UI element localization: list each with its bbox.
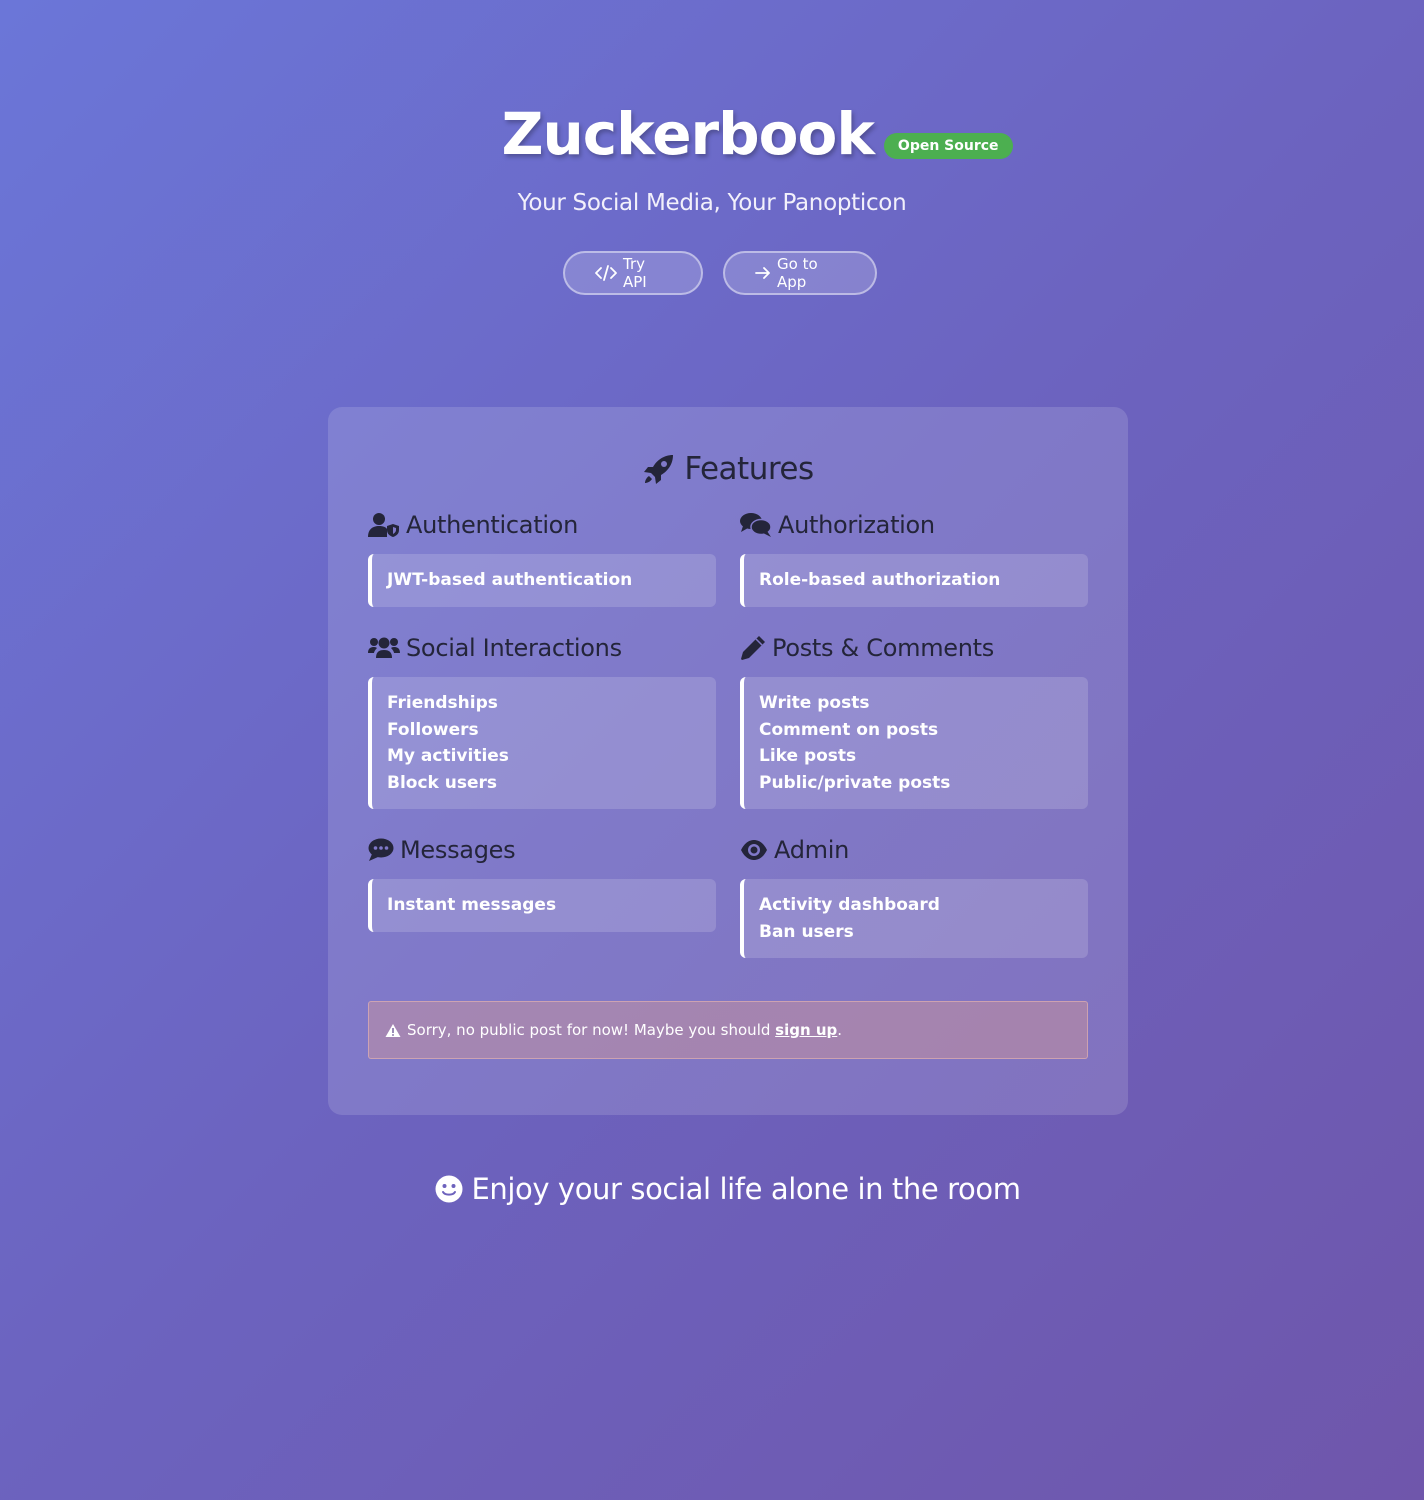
try-api-button[interactable]: Try API: [563, 251, 703, 295]
warning-icon: [385, 1023, 401, 1038]
section-title: Messages: [400, 836, 516, 864]
section-title: Admin: [774, 836, 849, 864]
section-heading: Admin: [740, 835, 1088, 865]
feature-item: My activities: [387, 746, 509, 766]
feature-item: Block users: [387, 772, 498, 793]
arrow-right-icon: [755, 266, 771, 280]
feature-item: Friendships: [387, 693, 498, 713]
code-icon: [595, 265, 617, 281]
open-source-badge: Open Source: [883, 133, 1013, 159]
feature-item: Public/private posts: [759, 772, 951, 793]
feature-item: Role-based authorization: [759, 570, 1001, 590]
features-title: Features: [684, 451, 814, 487]
tagline: Your Social Media, Your Panopticon: [517, 190, 907, 216]
feature-item: Ban users: [759, 921, 854, 942]
section-heading: Authorization: [740, 510, 1088, 540]
footer-text: Enjoy your social life alone in the room: [471, 1172, 1021, 1206]
feature-item: Followers: [387, 719, 479, 740]
hero-actions: Try API Go to App: [0, 251, 1424, 295]
section-posts-comments: Posts & Comments Write posts Comment on …: [740, 633, 1088, 809]
section-title: Posts & Comments: [772, 634, 994, 662]
alert-text: Sorry, no public post for now! Maybe you…: [407, 1021, 771, 1039]
feature-list: Instant messages: [368, 879, 716, 932]
section-heading: Messages: [368, 835, 716, 865]
section-authorization: Authorization Role-based authorization: [740, 510, 1088, 607]
section-authentication: Authentication JWT-based authentication: [368, 510, 716, 607]
feature-list: Write posts Comment on posts Like posts …: [740, 677, 1088, 809]
feature-list: Role-based authorization: [740, 554, 1088, 607]
users-icon: [368, 636, 400, 660]
sign-up-link[interactable]: sign up: [775, 1021, 837, 1039]
site-title: Zuckerbook: [501, 100, 874, 168]
section-heading: Social Interactions: [368, 633, 716, 663]
feature-item: Write posts: [759, 693, 870, 713]
feature-item: Instant messages: [387, 895, 557, 915]
section-title: Authorization: [778, 511, 935, 539]
features-heading: Features: [328, 451, 1128, 487]
try-api-label: Try API: [623, 255, 647, 291]
feature-item: Activity dashboard: [759, 895, 940, 915]
feature-list: Friendships Followers My activities Bloc…: [368, 677, 716, 809]
feature-item: Like posts: [759, 746, 857, 766]
alert-suffix: .: [837, 1021, 843, 1039]
eye-icon: [740, 839, 768, 861]
title-row: Zuckerbook Open Source: [0, 100, 1424, 168]
pencil-icon: [740, 635, 766, 661]
go-to-app-label: Go to App: [777, 255, 818, 291]
footer: Enjoy your social life alone in the room: [0, 1172, 1424, 1206]
section-social-interactions: Social Interactions Friendships Follower…: [368, 633, 716, 809]
user-shield-icon: [368, 512, 400, 538]
comments-icon: [740, 512, 772, 538]
feature-list: JWT-based authentication: [368, 554, 716, 607]
section-title: Social Interactions: [406, 634, 622, 662]
rocket-icon: [642, 452, 676, 486]
section-heading: Posts & Comments: [740, 633, 1088, 663]
hero: Zuckerbook Open Source Your Social Media…: [0, 0, 1424, 400]
section-messages: Messages Instant messages: [368, 835, 716, 932]
no-posts-alert: Sorry, no public post for now! Maybe you…: [368, 1001, 1088, 1059]
smile-icon: [435, 1175, 463, 1203]
go-to-app-button[interactable]: Go to App: [723, 251, 877, 295]
section-title: Authentication: [406, 511, 578, 539]
features-card: Features Authentication JWT-based authen…: [328, 407, 1128, 1115]
feature-item: Comment on posts: [759, 719, 939, 740]
comment-dots-icon: [368, 838, 394, 862]
section-admin: Admin Activity dashboard Ban users: [740, 835, 1088, 958]
feature-item: JWT-based authentication: [387, 570, 633, 590]
section-heading: Authentication: [368, 510, 716, 540]
feature-list: Activity dashboard Ban users: [740, 879, 1088, 958]
